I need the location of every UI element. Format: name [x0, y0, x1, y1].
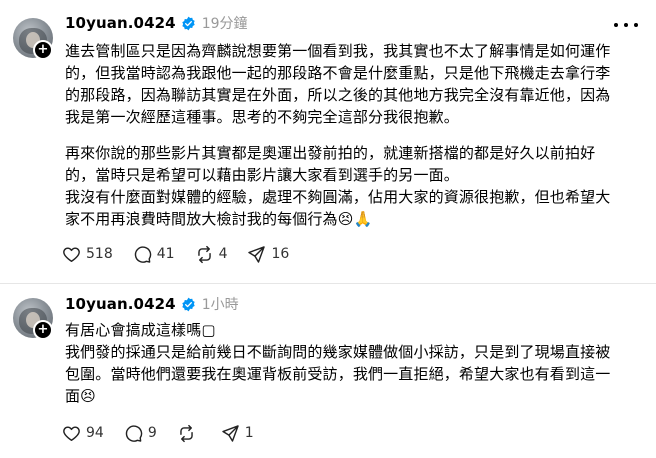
verified-badge-icon — [182, 297, 195, 311]
more-dots-icon[interactable] — [614, 17, 638, 33]
follow-plus-icon[interactable]: + — [33, 40, 53, 60]
like-button[interactable]: 518 — [62, 245, 113, 264]
text-line: 再來你說的那些影片其實都是奧運出發前拍的，就連新搭檔的都是好久以前拍好 — [65, 144, 596, 162]
text-line: 我們發的採通只是給前幾日不斷詢問的幾家媒體做個小採訪，只是到了現場直接被 — [65, 343, 611, 361]
text-line: 的，但我當時認為我跟他一起的那段路不會是什麼重點，只是他下飛機走去拿行李 — [65, 64, 611, 82]
share-icon — [222, 424, 239, 442]
comment-button[interactable]: 41 — [133, 245, 175, 264]
comment-icon — [125, 424, 143, 442]
action-bar: 518 41 4 16 — [62, 243, 309, 265]
text-line: 包圍。當時他們還要我在奧運背板前受訪，我們一直拒絕，希望大家也有看到這一 — [65, 365, 611, 383]
share-count: 16 — [271, 246, 290, 262]
paragraph: 進去管制區只是因為齊麟說想要第一個看到我，我其實也不太了解事情是如何運作 的，但… — [65, 40, 641, 128]
post-header: 10yuan.0424 1小時 — [65, 294, 239, 314]
post-body: 進去管制區只是因為齊麟說想要第一個看到我，我其實也不太了解事情是如何運作 的，但… — [65, 40, 641, 230]
text-line: 的那段路，因為聯訪其實是在外面，所以之後的其他地方我完全沒有靠近他，因為 — [65, 86, 611, 104]
repost-icon — [179, 424, 193, 442]
like-count: 94 — [86, 425, 104, 441]
share-count: 1 — [244, 425, 254, 441]
post: + 10yuan.0424 19分鐘 進去管制區只是因為齊麟說想要第一個看到我，… — [0, 0, 656, 283]
comment-icon — [134, 245, 151, 263]
comment-count: 9 — [147, 425, 157, 441]
text-line: 家不用再浪費時間放大檢討我的每個行為😣🙏 — [65, 210, 373, 228]
text-line: 有居心會搞成這樣嗎▢ — [65, 321, 216, 339]
text-line: 我沒有什麼面對媒體的經驗，處理不夠圓滿，佔用大家的資源很抱歉，但也希望大 — [65, 188, 611, 206]
heart-icon — [63, 425, 80, 441]
username[interactable]: 10yuan.0424 — [65, 14, 176, 32]
username[interactable]: 10yuan.0424 — [65, 295, 176, 313]
action-bar: 94 9 1 — [62, 422, 274, 444]
heart-icon — [63, 246, 80, 262]
post-header: 10yuan.0424 19分鐘 — [65, 13, 248, 33]
repost-button[interactable] — [177, 424, 201, 443]
post: + 10yuan.0424 1小時 有居心會搞成這樣嗎▢ 我們發的採通只是給前幾… — [0, 284, 656, 458]
repost-icon — [197, 245, 211, 263]
verified-badge-icon — [182, 16, 195, 30]
post-time: 19分鐘 — [201, 16, 248, 32]
share-button[interactable]: 1 — [221, 424, 254, 443]
comment-button[interactable]: 9 — [124, 424, 157, 443]
repost-button[interactable]: 4 — [195, 245, 228, 264]
paragraph: 有居心會搞成這樣嗎▢ 我們發的採通只是給前幾日不斷詢問的幾家媒體做個小採訪，只是… — [65, 319, 641, 407]
share-button[interactable]: 16 — [247, 245, 289, 264]
comment-count: 41 — [156, 246, 175, 262]
share-icon — [248, 245, 266, 263]
repost-count: 4 — [218, 246, 228, 262]
paragraph: 再來你說的那些影片其實都是奧運出發前拍的，就連新搭檔的都是好久以前拍好 的，當時… — [65, 142, 641, 230]
text-line: 我是第一次經歷這種事。思考的不夠完全這部分我很抱歉。 — [65, 108, 459, 126]
post-time: 1小時 — [201, 297, 239, 313]
like-button[interactable]: 94 — [62, 424, 104, 443]
post-body: 有居心會搞成這樣嗎▢ 我們發的採通只是給前幾日不斷詢問的幾家媒體做個小採訪，只是… — [65, 319, 641, 407]
like-count: 518 — [86, 246, 113, 262]
text-line: 進去管制區只是因為齊麟說想要第一個看到我，我其實也不太了解事情是如何運作 — [65, 42, 611, 60]
text-line: 的，當時只是希望可以藉由影片讓大家看到選手的另一面。 — [65, 166, 459, 184]
text-line: 面😣 — [65, 387, 96, 405]
follow-plus-icon[interactable]: + — [33, 320, 53, 340]
